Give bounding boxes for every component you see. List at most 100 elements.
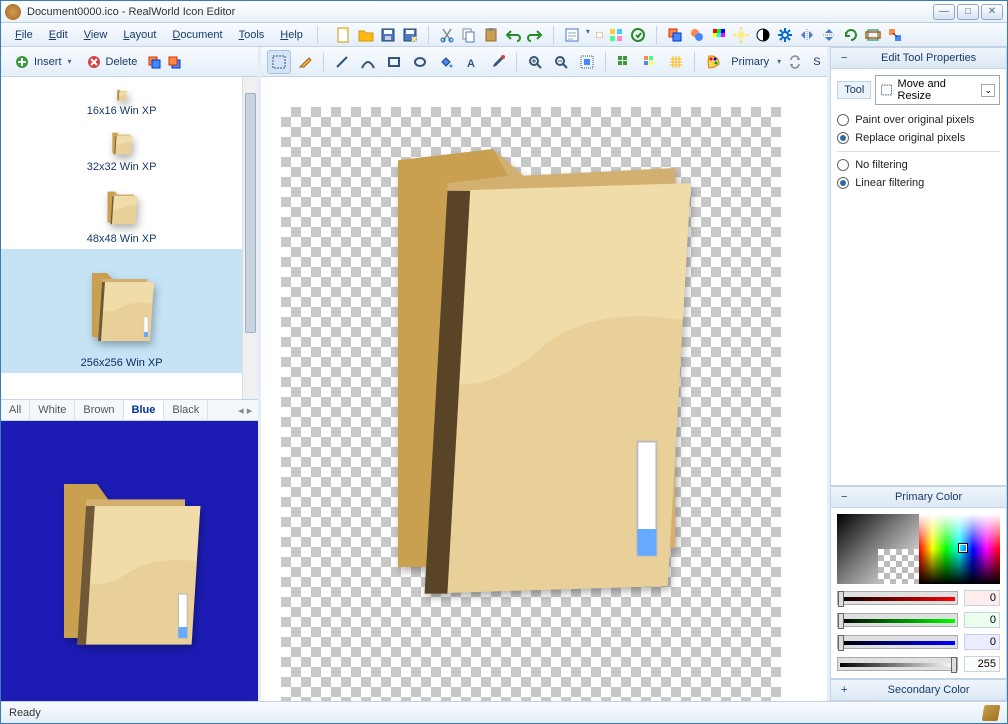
status-text: Ready bbox=[9, 707, 41, 719]
copy-icon[interactable] bbox=[459, 25, 479, 45]
ellipse-layers-icon[interactable] bbox=[687, 25, 707, 45]
expand-secondary-icon[interactable]: + bbox=[837, 684, 851, 696]
menu-file[interactable]: File bbox=[7, 26, 41, 44]
fill-tool-icon[interactable] bbox=[434, 50, 458, 74]
primary-color-label: Primary bbox=[727, 56, 773, 68]
hue-picker[interactable] bbox=[919, 514, 1000, 584]
preview-bg-tab-white[interactable]: White bbox=[30, 401, 75, 419]
grid-lines-icon[interactable] bbox=[664, 50, 688, 74]
green-value[interactable]: 0 bbox=[964, 612, 1000, 628]
icon-size-item[interactable]: 32x32 Win XP bbox=[1, 121, 242, 177]
icon-size-item[interactable]: 16x16 Win XP bbox=[1, 81, 242, 121]
pencil-tool-icon[interactable] bbox=[293, 50, 317, 74]
insert-button[interactable]: Insert ▾ bbox=[7, 50, 79, 74]
ellipse-tool-icon[interactable] bbox=[408, 50, 432, 74]
maximize-button[interactable]: □ bbox=[957, 4, 979, 20]
alpha-slider-row: 255 bbox=[837, 656, 1000, 672]
main-area: Insert ▾ Delete 16x16 Win XP bbox=[1, 47, 1007, 701]
insert-label: Insert bbox=[34, 56, 62, 68]
cut-icon[interactable] bbox=[437, 25, 457, 45]
layer-back-icon[interactable] bbox=[164, 52, 184, 72]
save-icon[interactable] bbox=[378, 25, 398, 45]
text-tool-icon[interactable]: A bbox=[460, 50, 484, 74]
zoom-in-icon[interactable] bbox=[523, 50, 547, 74]
tool-select[interactable]: Move and Resize ⌄ bbox=[875, 75, 1000, 105]
radio-no-filter[interactable]: No filtering bbox=[837, 156, 1000, 174]
green-slider[interactable] bbox=[837, 613, 958, 627]
primary-color-body: 0 0 0 255 bbox=[830, 508, 1007, 679]
undo-icon[interactable] bbox=[503, 25, 523, 45]
alpha-slider[interactable] bbox=[837, 657, 958, 671]
alpha-value[interactable]: 255 bbox=[964, 656, 1000, 672]
collapse-primary-icon[interactable]: − bbox=[837, 491, 851, 503]
paste-icon[interactable] bbox=[481, 25, 501, 45]
preview-bg-tab-black[interactable]: Black bbox=[164, 401, 208, 419]
grid-color-icon[interactable] bbox=[638, 50, 662, 74]
resize-icon[interactable] bbox=[885, 25, 905, 45]
delete-button[interactable]: Delete bbox=[79, 50, 145, 74]
curve-tool-icon[interactable] bbox=[356, 50, 380, 74]
zoom-out-icon[interactable] bbox=[549, 50, 573, 74]
open-icon[interactable] bbox=[356, 25, 376, 45]
menu-help[interactable]: Help bbox=[272, 26, 311, 44]
canvas-area[interactable] bbox=[261, 77, 827, 701]
canvas-checkerboard bbox=[281, 107, 781, 701]
grid-icon[interactable] bbox=[612, 50, 636, 74]
swap-color-icon[interactable] bbox=[783, 50, 807, 74]
menu-view[interactable]: View bbox=[76, 26, 116, 44]
line-tool-icon[interactable] bbox=[330, 50, 354, 74]
blue-value[interactable]: 0 bbox=[964, 634, 1000, 650]
preview-bg-tab-all[interactable]: All bbox=[1, 401, 30, 419]
select-tool-icon[interactable] bbox=[267, 50, 291, 74]
eyedropper-tool-icon[interactable] bbox=[486, 50, 510, 74]
brightness-icon[interactable] bbox=[731, 25, 751, 45]
batch-icon[interactable] bbox=[606, 25, 626, 45]
close-button[interactable]: ✕ bbox=[981, 4, 1003, 20]
window-title: Document0000.ico - RealWorld Icon Editor bbox=[27, 6, 933, 18]
minimize-button[interactable]: — bbox=[933, 4, 955, 20]
flip-h-icon[interactable] bbox=[797, 25, 817, 45]
menu-layout[interactable]: Layout bbox=[115, 26, 164, 44]
red-value[interactable]: 0 bbox=[964, 590, 1000, 606]
blue-slider[interactable] bbox=[837, 635, 958, 649]
export-icon[interactable]: ▾ bbox=[584, 25, 604, 45]
edit-tool-header: − Edit Tool Properties bbox=[830, 47, 1007, 69]
menu-tools[interactable]: Tools bbox=[231, 26, 273, 44]
status-corner-icon bbox=[982, 705, 1001, 721]
new-icon[interactable] bbox=[334, 25, 354, 45]
zoom-fit-icon[interactable] bbox=[575, 50, 599, 74]
radio-label: Paint over original pixels bbox=[855, 114, 974, 126]
icon-size-item[interactable]: 256x256 Win XP bbox=[1, 249, 242, 373]
radio-linear-filter[interactable]: Linear filtering bbox=[837, 174, 1000, 192]
radio-paint-over[interactable]: Paint over original pixels bbox=[837, 111, 1000, 129]
menu-document[interactable]: Document bbox=[164, 26, 230, 44]
crop-icon[interactable] bbox=[863, 25, 883, 45]
saturation-value-picker[interactable] bbox=[837, 514, 918, 584]
primary-dropdown-icon[interactable]: ▾ bbox=[777, 57, 781, 66]
tool-dropdown-icon[interactable]: ⌄ bbox=[981, 84, 995, 97]
red-slider[interactable] bbox=[837, 591, 958, 605]
icon-size-item[interactable]: 48x48 Win XP bbox=[1, 177, 242, 249]
layer-front-icon[interactable] bbox=[144, 52, 164, 72]
script-icon[interactable] bbox=[628, 25, 648, 45]
preview-bg-tab-brown[interactable]: Brown bbox=[75, 401, 123, 419]
save-as-icon[interactable] bbox=[400, 25, 420, 45]
scrollbar[interactable] bbox=[242, 77, 258, 399]
rotate-icon[interactable] bbox=[841, 25, 861, 45]
wizard-icon[interactable] bbox=[562, 25, 582, 45]
rect-tool-icon[interactable] bbox=[382, 50, 406, 74]
menu-edit[interactable]: Edit bbox=[41, 26, 76, 44]
collapse-edit-tool-icon[interactable]: − bbox=[837, 52, 851, 64]
contrast-icon[interactable] bbox=[753, 25, 773, 45]
layers-icon[interactable] bbox=[665, 25, 685, 45]
redo-icon[interactable] bbox=[525, 25, 545, 45]
tab-scroll-arrows[interactable]: ◂ ▸ bbox=[232, 404, 258, 417]
palette-icon[interactable] bbox=[709, 25, 729, 45]
radio-replace[interactable]: Replace original pixels bbox=[837, 129, 1000, 147]
tool-name: Move and Resize bbox=[898, 78, 978, 102]
color-picker-icon[interactable] bbox=[701, 50, 725, 74]
gear-icon[interactable] bbox=[775, 25, 795, 45]
flip-v-icon[interactable] bbox=[819, 25, 839, 45]
preview-bg-tab-blue[interactable]: Blue bbox=[124, 401, 165, 419]
primary-color-header: − Primary Color bbox=[830, 486, 1007, 508]
